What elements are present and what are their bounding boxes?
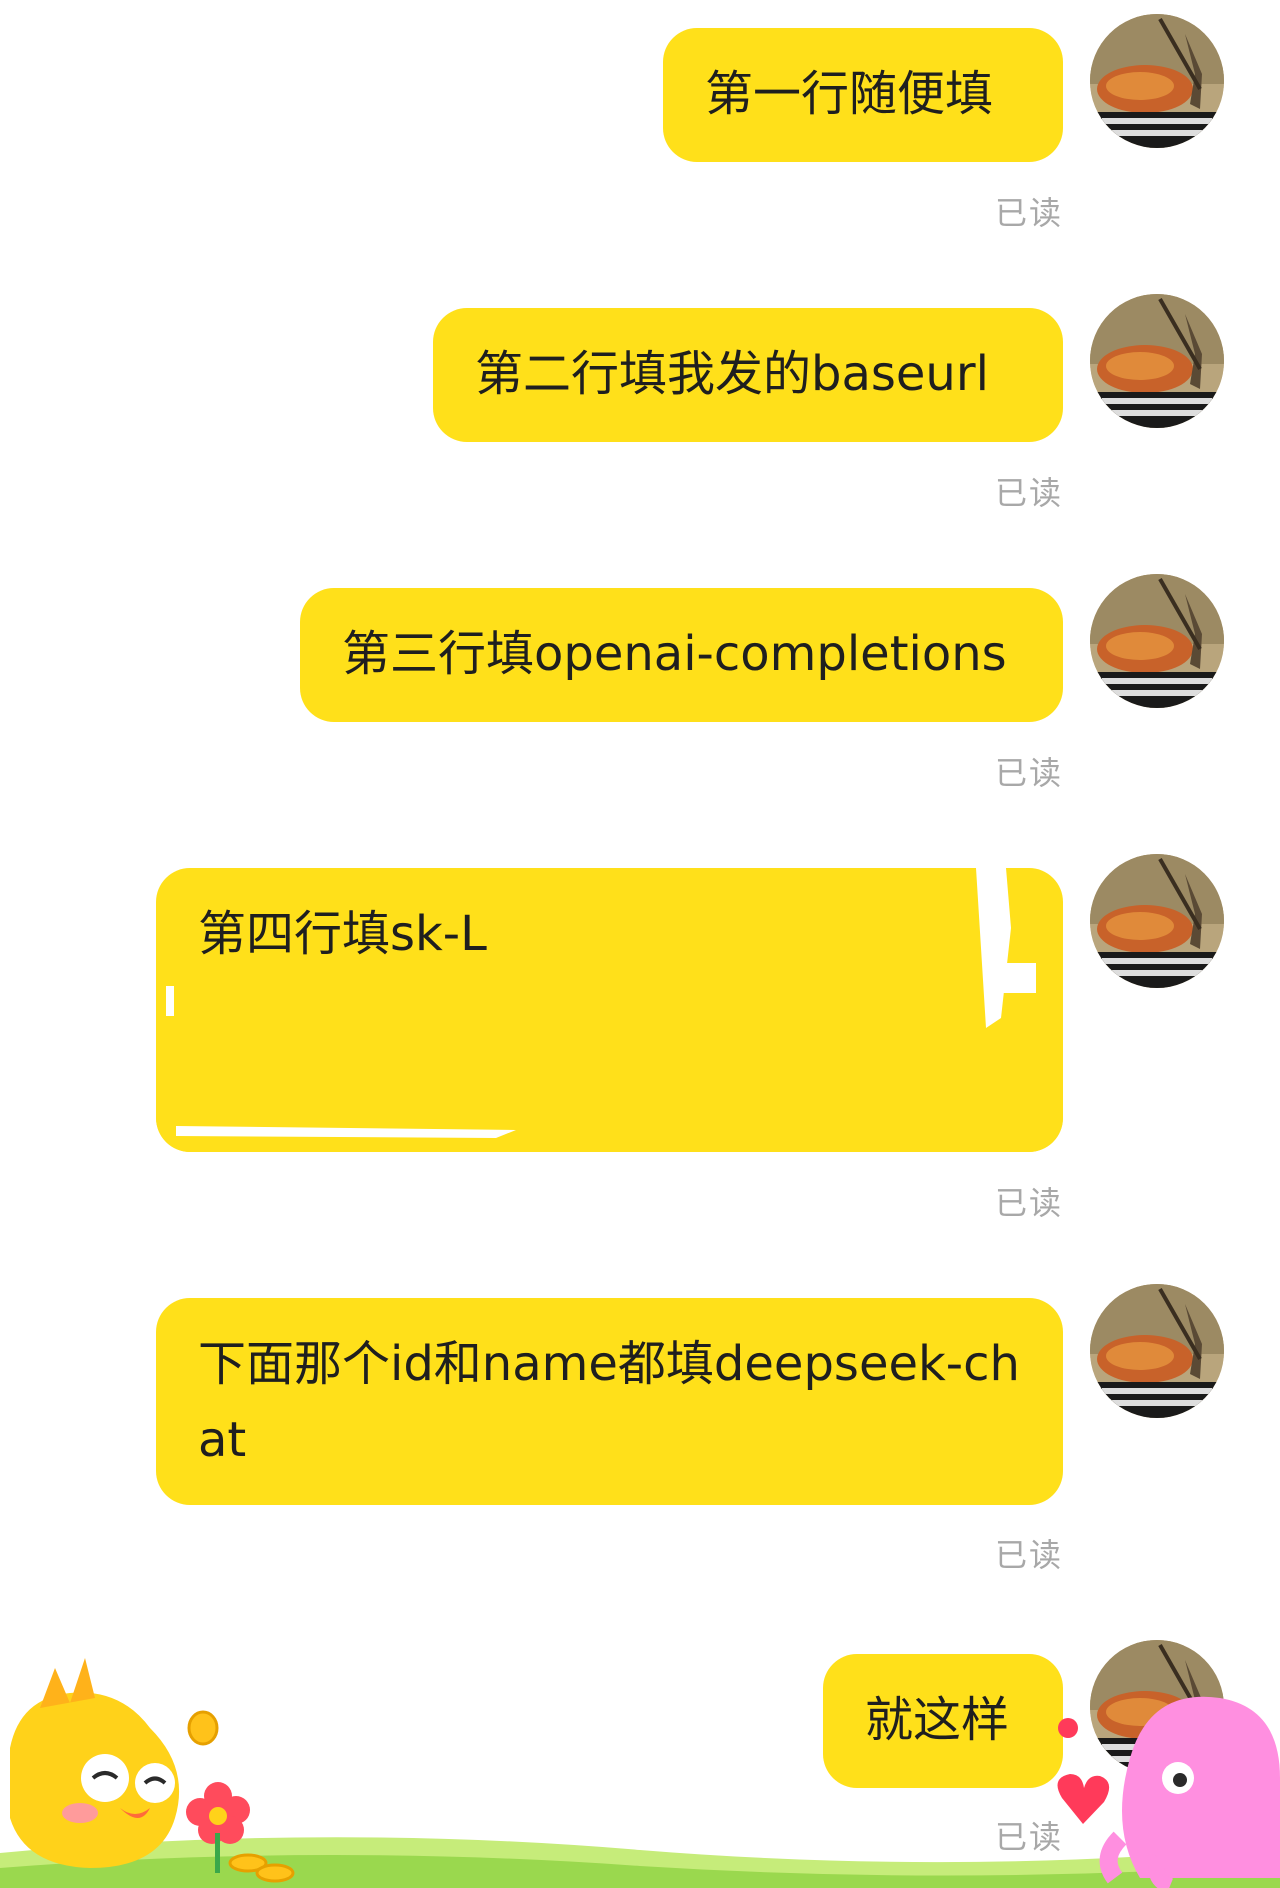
avatar-image — [1090, 14, 1224, 148]
user-avatar[interactable] — [1090, 1640, 1224, 1774]
chat-message-list[interactable]: 第一行随便填 已读 第二行填我发的baseurl 已读 第三行填openai-c… — [0, 0, 1280, 1888]
user-avatar[interactable] — [1090, 14, 1224, 148]
avatar-image — [1090, 1284, 1224, 1418]
message-bubble[interactable]: 第三行填openai-completions — [300, 588, 1063, 722]
message-bubble[interactable]: 下面那个id和name都填deepseek-chat — [156, 1298, 1063, 1505]
decorative-footer-illustration — [0, 1658, 1280, 1888]
user-avatar[interactable] — [1090, 574, 1224, 708]
read-status: 已读 — [994, 1536, 1063, 1574]
message-bubble[interactable]: 第二行填我发的baseurl — [433, 308, 1063, 442]
flower-icon — [186, 1782, 250, 1873]
message-text: 第二行填我发的baseurl — [475, 346, 989, 402]
message-text: 第四行填sk-L — [198, 906, 487, 962]
read-status: 已读 — [994, 194, 1063, 232]
user-avatar[interactable] — [1090, 294, 1224, 428]
avatar-image — [1090, 854, 1224, 988]
read-status: 已读 — [994, 754, 1063, 792]
avatar-image — [1090, 1640, 1224, 1774]
message-bubble[interactable]: 就这样 — [823, 1654, 1063, 1788]
coin-icon — [187, 1710, 295, 1883]
message-text: 下面那个id和name都填deepseek-chat — [198, 1336, 1020, 1468]
message-text: 第三行填openai-completions — [342, 626, 1007, 682]
avatar-image — [1090, 574, 1224, 708]
message-text: 就这样 — [865, 1692, 1010, 1748]
message-bubble[interactable]: 第一行随便填 — [663, 28, 1063, 162]
user-avatar[interactable] — [1090, 1284, 1224, 1418]
message-text: 第一行随便填 — [705, 66, 994, 122]
message-bubble[interactable]: 第四行填sk-L — [156, 868, 1063, 1152]
read-status: 已读 — [994, 1818, 1063, 1856]
user-avatar[interactable] — [1090, 854, 1224, 988]
avatar-image — [1090, 294, 1224, 428]
chick-mascot-icon — [10, 1658, 180, 1868]
read-status: 已读 — [994, 1184, 1063, 1222]
heart-icon — [1057, 1774, 1110, 1824]
read-status: 已读 — [994, 474, 1063, 512]
